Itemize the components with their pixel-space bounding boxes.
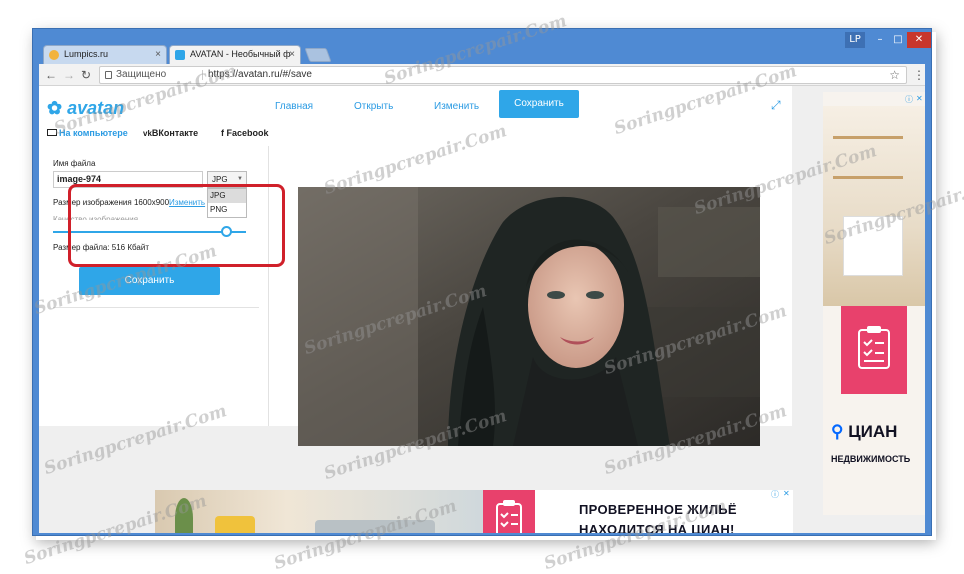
reload-icon[interactable]: ↻ bbox=[81, 67, 91, 83]
source-facebook[interactable]: f Facebook bbox=[221, 128, 269, 138]
divider bbox=[53, 307, 259, 308]
vk-icon: vk bbox=[143, 129, 152, 138]
ad-headline-1: ПРОВЕРЕННОЕ ЖИЛЬЁ bbox=[579, 502, 737, 517]
tab-title: Lumpics.ru bbox=[64, 49, 109, 59]
nav-home[interactable]: Главная bbox=[275, 101, 313, 112]
bookmark-star-icon[interactable]: ☆ bbox=[889, 67, 900, 83]
secure-label: Защищено bbox=[116, 69, 167, 80]
nav-open[interactable]: Открыть bbox=[354, 101, 393, 112]
cian-logo: ⚲ ЦИАН bbox=[831, 422, 897, 442]
cian-clipboard-badge bbox=[483, 490, 535, 533]
bottom-ad-banner[interactable]: ПРОВЕРЕННОЕ ЖИЛЬЁ НАХОДИТСЯ НА ЦИАН! ⓘ ✕ bbox=[155, 489, 793, 533]
source-label: На компьютере bbox=[59, 128, 128, 138]
ad-choices-icon[interactable]: ⓘ bbox=[905, 94, 913, 105]
laptop-icon bbox=[47, 129, 57, 136]
browser-window: LP – □ ✕ Lumpics.ru × AVATAN - Необычный… bbox=[32, 28, 932, 536]
sofa bbox=[315, 520, 435, 533]
save-settings-highlight-frame bbox=[68, 184, 285, 267]
back-icon[interactable]: ← bbox=[45, 67, 57, 83]
address-bar[interactable]: Защищено https://avatan.ru/#/save ☆ bbox=[99, 66, 907, 84]
cian-brand: ЦИАН bbox=[848, 422, 898, 441]
avatan-favicon-icon bbox=[175, 50, 185, 60]
source-vk[interactable]: vkВКонтакте bbox=[143, 128, 198, 138]
tab-strip: Lumpics.ru × AVATAN - Необычный ф × bbox=[39, 43, 925, 65]
cian-clipboard-badge bbox=[841, 306, 907, 394]
tab-avatan[interactable]: AVATAN - Необычный ф × bbox=[169, 45, 301, 65]
portrait-photo bbox=[298, 187, 760, 446]
forward-icon[interactable]: → bbox=[63, 67, 75, 83]
source-label: Facebook bbox=[226, 128, 269, 138]
tab-lumpics[interactable]: Lumpics.ru × bbox=[43, 45, 167, 64]
format-dropdown: JPG PNG bbox=[207, 188, 247, 218]
ad-choices-icon[interactable]: ⓘ bbox=[771, 489, 779, 500]
fullscreen-icon[interactable]: ⤢ bbox=[771, 98, 781, 113]
logo-text: avatan bbox=[67, 98, 125, 118]
source-computer[interactable]: На компьютере bbox=[47, 128, 128, 138]
page-content: ✿ avatan Главная Открыть Изменить Сохран… bbox=[39, 86, 925, 533]
shelf bbox=[833, 176, 903, 179]
lock-icon bbox=[105, 71, 112, 79]
shelf bbox=[833, 136, 903, 139]
tab-title: AVATAN - Необычный ф bbox=[190, 49, 291, 59]
new-tab-button[interactable] bbox=[304, 48, 332, 62]
ad-interior-image bbox=[823, 106, 925, 306]
ad-close-icon[interactable]: ✕ bbox=[916, 94, 923, 103]
tab-close-icon[interactable]: × bbox=[289, 46, 295, 63]
avatan-logo[interactable]: ✿ avatan bbox=[47, 98, 124, 119]
ad-interior-image bbox=[155, 490, 485, 533]
cabinet bbox=[843, 216, 903, 276]
url-text: https://avatan.ru/#/save bbox=[208, 69, 312, 80]
save-button[interactable]: Сохранить bbox=[79, 267, 220, 295]
filename-label: Имя файла bbox=[53, 159, 96, 168]
bird-icon: ✿ bbox=[47, 98, 63, 118]
cian-tagline: НЕДВИЖИМОСТЬ bbox=[831, 454, 911, 464]
browser-toolbar: ← → ↻ Защищено https://avatan.ru/#/save … bbox=[39, 64, 925, 86]
preview-image bbox=[298, 187, 760, 446]
menu-icon[interactable]: ⋮ bbox=[913, 67, 925, 83]
ad-close-icon[interactable]: ✕ bbox=[783, 489, 790, 498]
nav-save-button[interactable]: Сохранить bbox=[499, 90, 579, 118]
format-option-png[interactable]: PNG bbox=[208, 203, 246, 217]
clipboard-icon bbox=[496, 500, 522, 533]
ad-headline-2: НАХОДИТСЯ НА ЦИАН! bbox=[579, 522, 735, 533]
plant bbox=[175, 498, 193, 533]
lumpics-favicon-icon bbox=[49, 50, 59, 60]
nav-edit[interactable]: Изменить bbox=[434, 101, 479, 112]
chair bbox=[215, 516, 255, 533]
cian-pin-icon: ⚲ bbox=[831, 422, 844, 441]
format-selected: JPG bbox=[212, 175, 228, 184]
clipboard-icon bbox=[858, 326, 890, 369]
separator bbox=[202, 70, 203, 80]
right-ad-banner[interactable]: ⓘ ✕ ⚲ ЦИАН НЕДВИЖИМОСТЬ bbox=[823, 92, 925, 515]
format-option-jpg[interactable]: JPG bbox=[208, 189, 246, 203]
source-label: ВКонтакте bbox=[151, 128, 199, 138]
tab-close-icon[interactable]: × bbox=[155, 46, 161, 63]
